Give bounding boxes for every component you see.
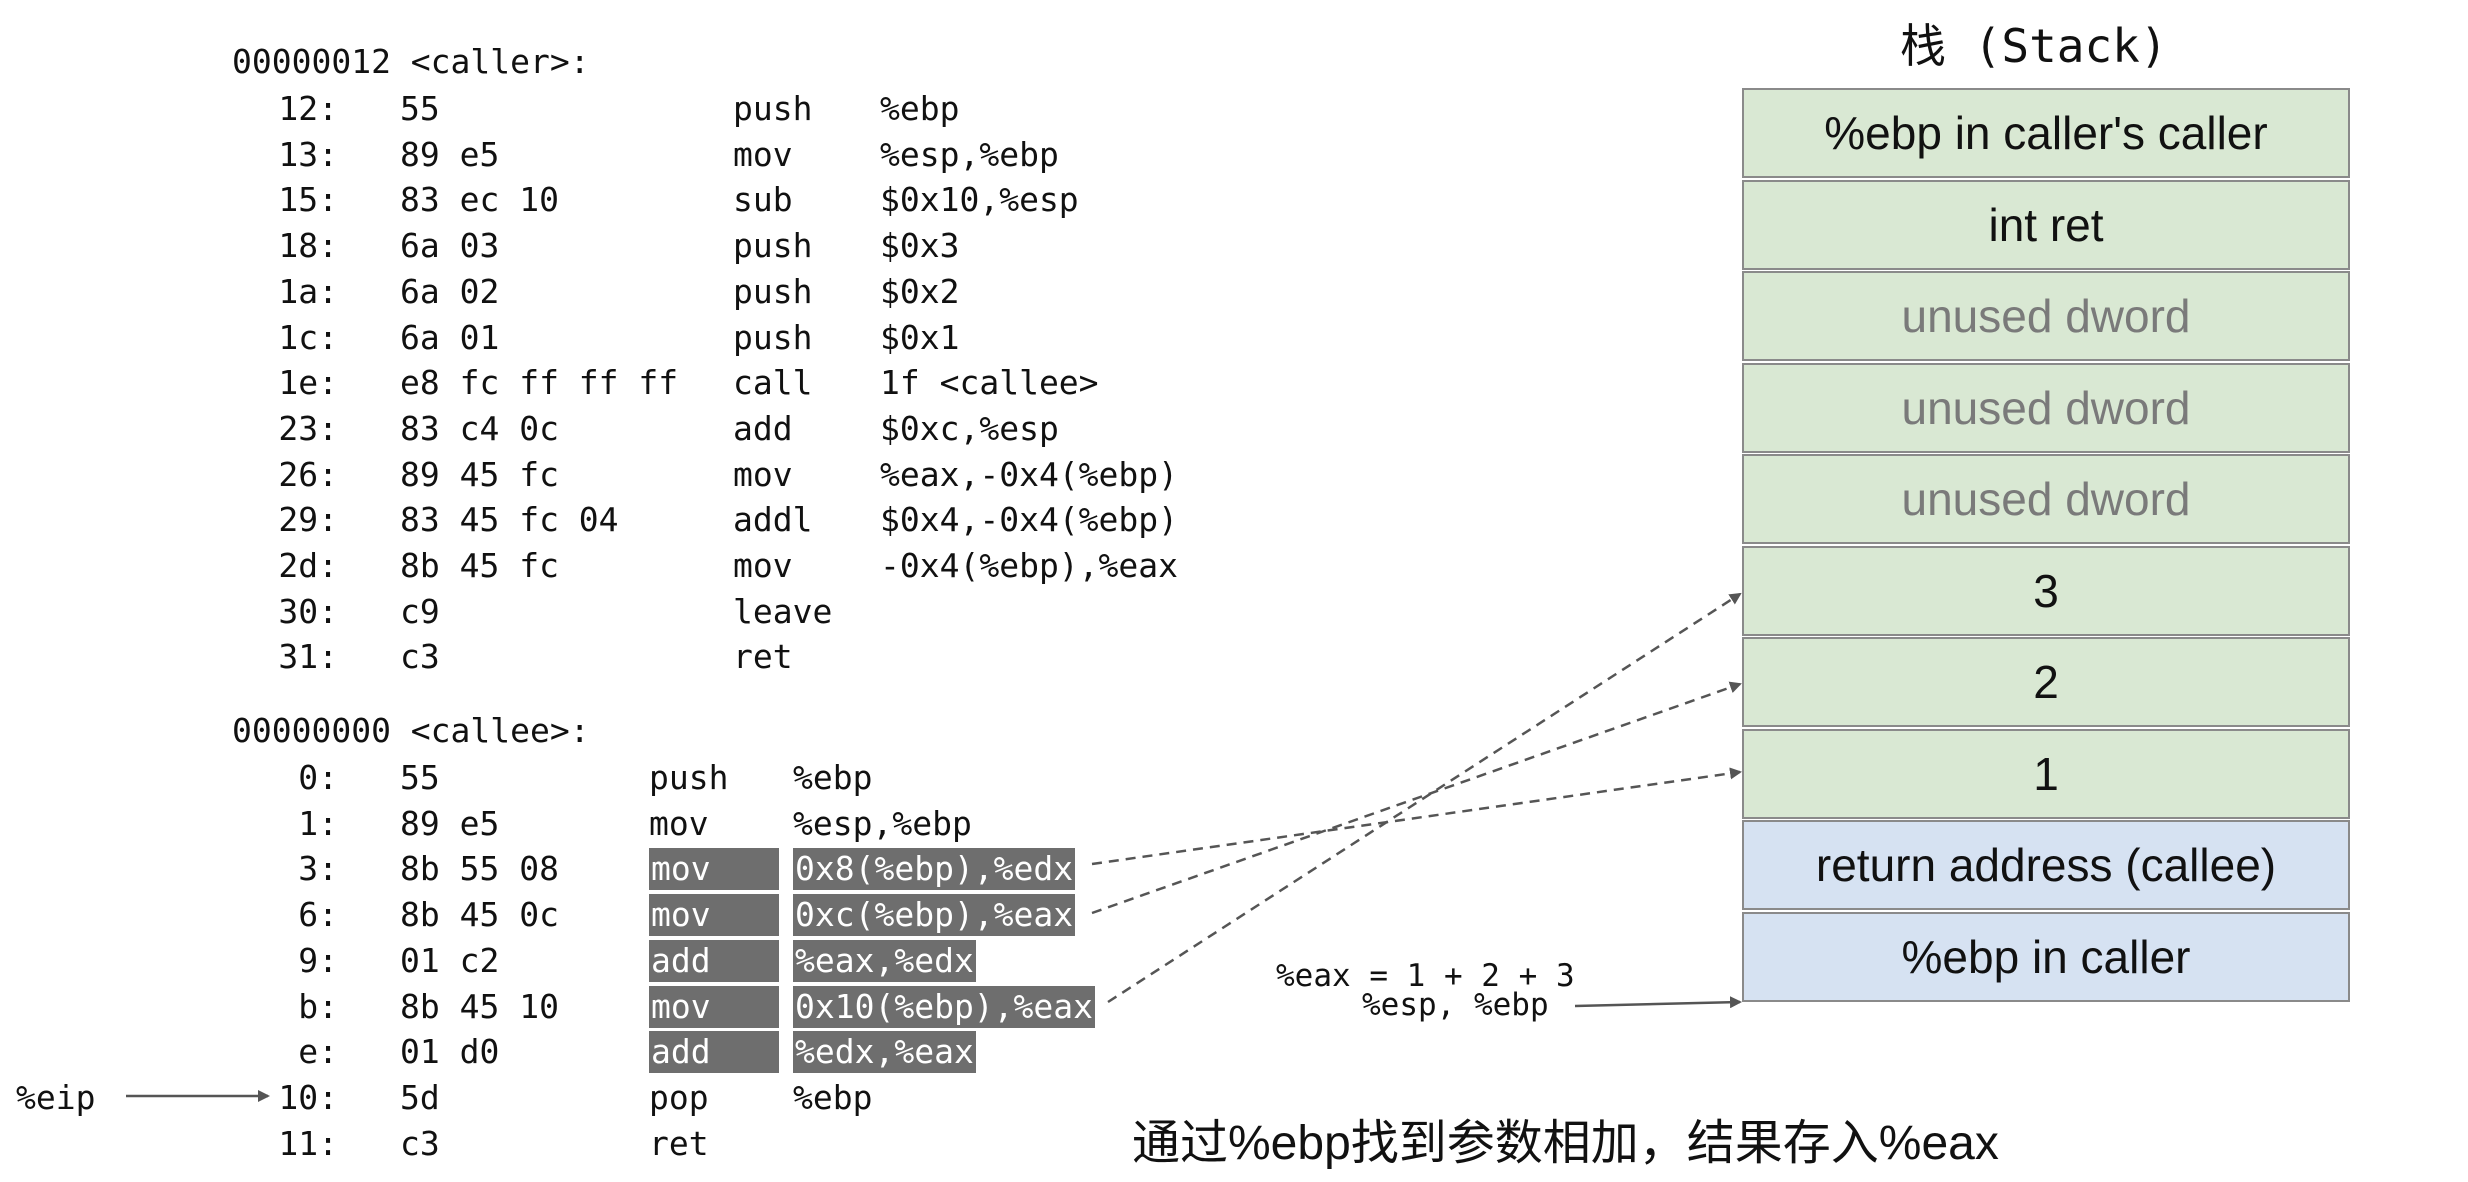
arrow-arg2 [1091, 681, 1742, 915]
arrow-esp-ebp [1574, 996, 1742, 1009]
arrows-layer [126, 592, 1742, 1102]
arrow-arg1 [1091, 767, 1742, 866]
arrow-arg3 [1107, 592, 1742, 1004]
